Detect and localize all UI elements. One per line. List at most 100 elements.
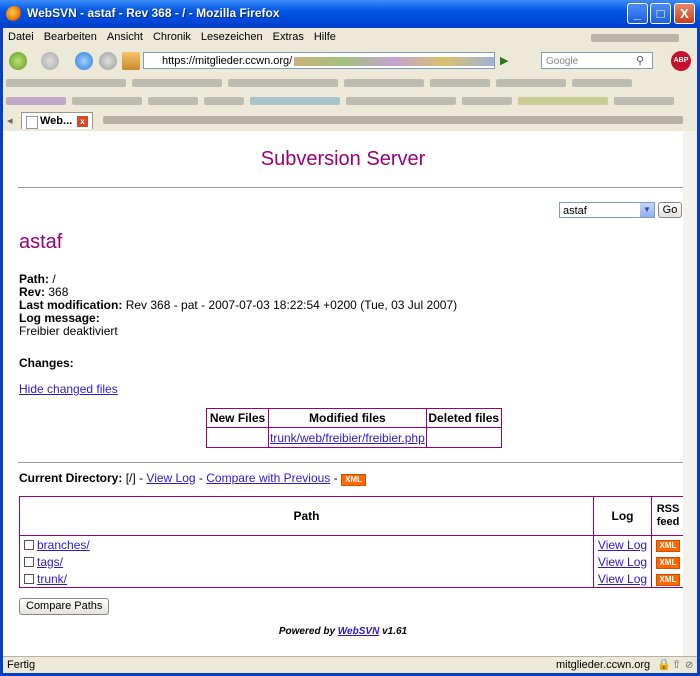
blurred-extension-area [591,34,679,42]
addon-icon: ⇧ [672,659,682,671]
window-title: WebSVN - astaf - Rev 368 - / - Mozilla F… [27,6,280,20]
page-content: Subversion Server astaf ▼ Go astaf Path:… [3,131,683,656]
navigation-toolbar: https://mitglieder.ccwn.org/ ▶ Google ⚲ … [3,48,697,74]
forward-icon[interactable] [41,52,59,70]
row-view-log-link[interactable]: View Log [598,572,647,586]
directory-link[interactable]: tags/ [37,555,63,569]
checkbox[interactable] [24,540,34,551]
lock-icon: 🔒 [657,659,671,671]
row-xml-badge[interactable]: XML [655,540,681,552]
firefox-icon [6,6,22,22]
current-directory-value: [/] [125,471,136,485]
adblock-icon[interactable]: ABP [671,51,691,71]
changes-table: New Files Modified files Deleted files t… [206,408,502,448]
page-icon [26,116,38,129]
row-view-log-link[interactable]: View Log [598,538,647,552]
row-view-log-link[interactable]: View Log [598,555,647,569]
deleted-files-cell [425,427,502,448]
modified-files-cell: trunk/web/freibier/freibier.php [268,427,427,448]
status-domain: mitglieder.ccwn.org [556,659,651,671]
table-row: trunk/ View Log XML [19,570,683,588]
go-button[interactable]: Go [658,202,682,218]
last-modification-label: Last modification: [19,298,123,312]
search-icon[interactable]: ⚲ [636,54,644,67]
menu-bearbeiten[interactable]: Bearbeiten [39,28,102,43]
footer-prefix: Powered by [278,626,336,637]
footer-version: v1.61 [382,626,408,637]
tab-active[interactable]: Web... x [21,112,93,129]
modified-file-link[interactable]: trunk/web/freibier/freibier.php [270,431,425,445]
view-log-link[interactable]: View Log [146,471,195,485]
url-bar[interactable]: https://mitglieder.ccwn.org/ [143,52,495,69]
title-bar: WebSVN - astaf - Rev 368 - / - Mozilla F… [0,0,700,28]
row-xml-badge[interactable]: XML [655,574,681,586]
go-arrow-icon[interactable]: ▶ [500,54,508,67]
menu-bar: Datei Bearbeiten Ansicht Chronik Lesezeichen… [3,28,697,48]
status-text: Fertig [7,659,36,671]
page-header: Subversion Server [260,148,426,170]
checkbox[interactable] [24,557,34,568]
modified-files-header: Modified files [268,408,427,428]
separator: - [333,471,338,485]
compare-paths-button[interactable]: Compare Paths [19,598,110,615]
search-placeholder: Google [546,56,579,67]
reload-icon[interactable] [75,52,93,70]
rev-value: 368 [48,285,69,299]
section-divider [18,462,683,463]
vertical-scrollbar[interactable] [683,131,697,656]
revision-info: Path: / Rev: 368 Last modification: Rev … [19,273,457,338]
header-divider [18,187,683,188]
tab-bar: ◂ Web... x [3,110,697,130]
repo-select-value: astaf [563,205,587,217]
deleted-files-header: Deleted files [425,408,502,428]
new-files-cell [206,427,269,448]
tab-active-label: Web... [40,115,73,127]
websvn-link[interactable]: WebSVN [338,626,380,637]
footer: Powered by WebSVN v1.61 [3,626,683,637]
maximize-button[interactable]: □ [650,3,671,24]
stop-icon[interactable] [99,52,117,70]
home-icon[interactable] [122,52,140,70]
rss-column-header: RSS feed [651,496,683,536]
menu-datei[interactable]: Datei [3,28,39,43]
separator: - [198,471,203,485]
tab-scroll-left-icon[interactable]: ◂ [7,114,13,127]
hide-changed-files-link[interactable]: Hide changed files [19,382,118,396]
changes-label: Changes: [19,356,74,370]
chevron-down-icon[interactable]: ▼ [640,203,654,217]
minimize-button[interactable]: _ [627,3,648,24]
menu-ansicht[interactable]: Ansicht [102,28,148,43]
back-icon[interactable] [9,52,27,70]
current-directory-line: Current Directory: [/] - View Log - Comp… [19,471,366,486]
directory-link[interactable]: branches/ [37,538,90,552]
table-row: branches/ View Log XML [19,535,683,553]
path-label: Path: [19,272,49,286]
status-bar: Fertig mitglieder.ccwn.org 🔒 ⇧ ⊘ [3,656,697,674]
menu-chronik[interactable]: Chronik [148,28,196,43]
new-files-header: New Files [206,408,269,428]
menu-hilfe[interactable]: Hilfe [309,28,341,43]
repo-select[interactable]: astaf ▼ [559,202,655,218]
separator: - [139,471,144,485]
url-text: https://mitglieder.ccwn.org/ [162,55,293,67]
directory-link[interactable]: trunk/ [37,572,67,586]
xml-feed-badge[interactable]: XML [341,474,366,486]
log-message-value: Freibier deaktiviert [19,324,118,338]
menu-lesezeichen[interactable]: Lesezeichen [196,28,268,43]
resize-grip-icon[interactable]: ⊘ [685,657,693,674]
current-directory-label: Current Directory: [19,471,123,485]
compare-with-previous-link[interactable]: Compare with Previous [206,471,330,485]
checkbox[interactable] [24,574,34,585]
log-message-label: Log message: [19,311,100,325]
path-value: / [52,272,56,286]
row-xml-badge[interactable]: XML [655,557,681,569]
blurred-tabs [103,116,683,124]
rev-label: Rev: [19,285,46,299]
path-column-header: Path [19,496,594,536]
bookmarks-toolbar [3,74,697,92]
table-row: tags/ View Log XML [19,553,683,570]
blurred-url-part [294,56,494,66]
tab-close-icon[interactable]: x [77,116,88,127]
close-button[interactable]: X [674,3,695,24]
menu-extras[interactable]: Extras [268,28,309,43]
